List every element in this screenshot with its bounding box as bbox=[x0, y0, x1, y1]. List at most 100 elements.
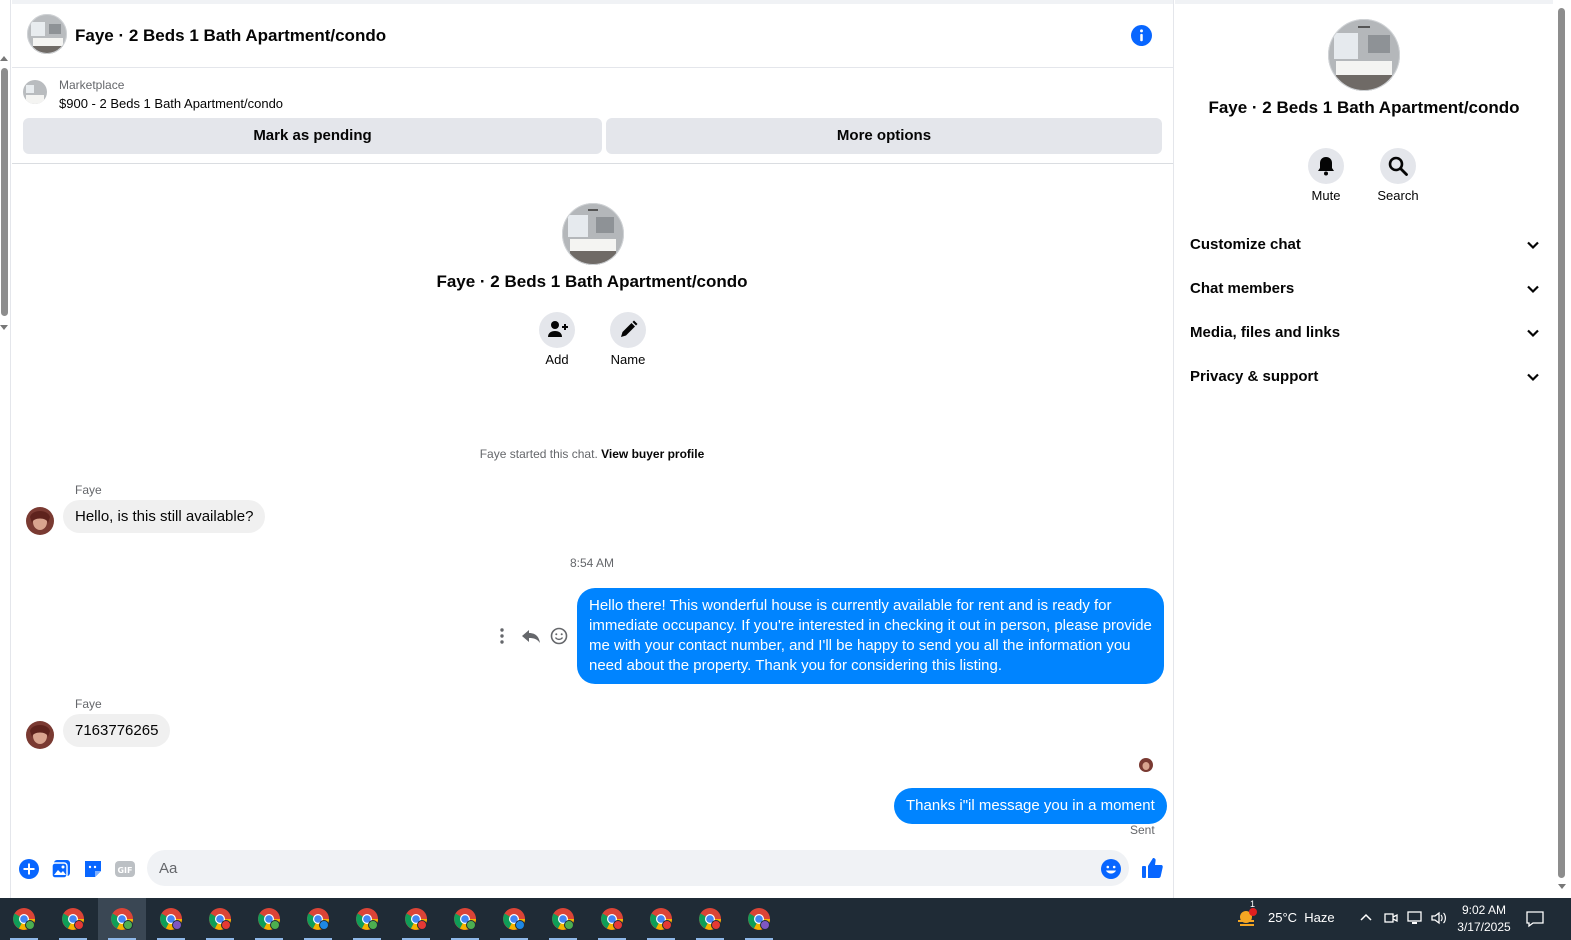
info-icon[interactable] bbox=[1131, 25, 1152, 46]
section-label: Chat members bbox=[1190, 280, 1295, 297]
chrome-icon bbox=[111, 908, 133, 930]
section-chat-members[interactable]: Chat members bbox=[1190, 274, 1540, 304]
add-people-button[interactable] bbox=[539, 312, 575, 348]
weather-text[interactable]: 25°C Haze bbox=[1268, 910, 1335, 925]
add-person-icon bbox=[548, 321, 568, 337]
taskbar-chrome-app[interactable] bbox=[98, 898, 146, 940]
message-status: Sent bbox=[1130, 823, 1155, 837]
notification-center-icon[interactable] bbox=[1525, 909, 1545, 929]
taskbar-chrome-app[interactable] bbox=[245, 898, 293, 940]
taskbar-chrome-app[interactable] bbox=[539, 898, 587, 940]
chrome-icon bbox=[699, 908, 721, 930]
chrome-icon bbox=[356, 908, 378, 930]
edit-name-button[interactable] bbox=[610, 312, 646, 348]
scrollbar-thumb[interactable] bbox=[1, 68, 8, 316]
chrome-icon bbox=[748, 908, 770, 930]
faye-avatar[interactable] bbox=[26, 721, 54, 749]
taskbar-chrome-app[interactable] bbox=[686, 898, 734, 940]
chrome-icon bbox=[454, 908, 476, 930]
mute-button[interactable] bbox=[1308, 148, 1344, 184]
weather-badge: 1 bbox=[1250, 899, 1256, 909]
message-timestamp: 8:54 AM bbox=[569, 556, 615, 570]
svg-text:GIF: GIF bbox=[117, 866, 132, 875]
window-scrollbar-thumb[interactable] bbox=[1558, 8, 1565, 878]
taskbar-chrome-app[interactable] bbox=[588, 898, 636, 940]
chat-title[interactable]: Faye · 2 Beds 1 Bath Apartment/condo bbox=[75, 26, 386, 46]
outgoing-message[interactable]: Thanks i"il message you in a moment bbox=[894, 788, 1167, 824]
name-label: Name bbox=[610, 352, 646, 367]
message-input-wrapper bbox=[147, 850, 1129, 886]
mark-as-pending-button[interactable]: Mark as pending bbox=[23, 118, 602, 154]
chrome-icon bbox=[503, 908, 525, 930]
left-scrollbar[interactable] bbox=[0, 0, 11, 898]
message-input[interactable] bbox=[147, 850, 1047, 886]
chevron-down-icon bbox=[1527, 329, 1539, 338]
chrome-icon bbox=[62, 908, 84, 930]
listing-thumbnail[interactable] bbox=[23, 80, 47, 104]
listing-price-title[interactable]: $900 - 2 Beds 1 Bath Apartment/condo bbox=[59, 96, 283, 111]
message-composer: GIF bbox=[12, 848, 1173, 890]
section-privacy-support[interactable]: Privacy & support bbox=[1190, 362, 1540, 392]
like-thumb-icon[interactable] bbox=[1140, 856, 1164, 880]
scroll-down-arrow-icon[interactable] bbox=[0, 325, 8, 330]
chat-info-panel: Faye · 2 Beds 1 Bath Apartment/condo Mut… bbox=[1175, 0, 1553, 898]
section-label: Privacy & support bbox=[1190, 368, 1319, 385]
taskbar-chrome-app[interactable] bbox=[196, 898, 244, 940]
chrome-icon bbox=[601, 908, 623, 930]
taskbar-chrome-app[interactable] bbox=[0, 898, 48, 940]
more-options-button[interactable]: More options bbox=[606, 118, 1162, 154]
section-label: Customize chat bbox=[1190, 236, 1301, 253]
scroll-down-arrow-icon[interactable] bbox=[1558, 884, 1566, 889]
chat-column: Faye · 2 Beds 1 Bath Apartment/condo Mar… bbox=[12, 0, 1174, 898]
taskbar-chrome-app[interactable] bbox=[343, 898, 391, 940]
taskbar-chrome-app[interactable] bbox=[294, 898, 342, 940]
window-scrollbar[interactable] bbox=[1553, 0, 1571, 898]
reply-icon[interactable] bbox=[520, 624, 542, 648]
meet-now-icon[interactable] bbox=[1384, 910, 1398, 926]
chevron-down-icon bbox=[1527, 373, 1539, 382]
outgoing-message[interactable]: Hello there! This wonderful house is cur… bbox=[577, 588, 1164, 684]
incoming-message[interactable]: 7163776265 bbox=[63, 714, 171, 747]
windows-taskbar: 1 25°C Haze bbox=[0, 898, 1571, 940]
conversation-title: Faye · 2 Beds 1 Bath Apartment/condo bbox=[436, 272, 748, 291]
chat-header: Faye · 2 Beds 1 Bath Apartment/condo bbox=[12, 4, 1173, 68]
conversation-avatar[interactable] bbox=[562, 203, 624, 265]
taskbar-clock[interactable]: 9:02 AM 3/17/2025 bbox=[1446, 902, 1522, 936]
plus-icon[interactable] bbox=[18, 858, 40, 880]
weather-haze-icon[interactable] bbox=[1236, 908, 1260, 930]
more-actions-icon[interactable] bbox=[494, 624, 510, 648]
taskbar-chrome-app[interactable] bbox=[147, 898, 195, 940]
sticker-icon[interactable] bbox=[82, 858, 104, 880]
chrome-icon bbox=[258, 908, 280, 930]
chevron-down-icon bbox=[1527, 285, 1539, 294]
section-media-files-links[interactable]: Media, files and links bbox=[1190, 318, 1540, 348]
emoji-icon[interactable] bbox=[1100, 858, 1122, 880]
add-label: Add bbox=[545, 352, 569, 367]
chevron-up-icon[interactable] bbox=[1360, 912, 1372, 924]
search-button[interactable] bbox=[1380, 148, 1416, 184]
faye-avatar[interactable] bbox=[26, 507, 54, 535]
clock-date: 3/17/2025 bbox=[1457, 920, 1511, 934]
taskbar-chrome-app[interactable] bbox=[490, 898, 538, 940]
bell-icon bbox=[1318, 157, 1334, 176]
view-buyer-profile-link[interactable]: View buyer profile bbox=[601, 447, 704, 461]
taskbar-chrome-app[interactable] bbox=[49, 898, 97, 940]
react-emoji-icon[interactable] bbox=[548, 624, 570, 648]
taskbar-chrome-app[interactable] bbox=[637, 898, 685, 940]
section-customize-chat[interactable]: Customize chat bbox=[1190, 230, 1540, 260]
taskbar-chrome-app[interactable] bbox=[392, 898, 440, 940]
taskbar-chrome-app[interactable] bbox=[441, 898, 489, 940]
message-sender: Faye bbox=[75, 483, 102, 497]
marketplace-listing-bar: Marketplace $900 - 2 Beds 1 Bath Apartme… bbox=[12, 68, 1173, 164]
clock-time: 9:02 AM bbox=[1461, 903, 1507, 917]
listing-category: Marketplace bbox=[59, 78, 125, 92]
incoming-message[interactable]: Hello, is this still available? bbox=[63, 500, 266, 533]
network-icon[interactable] bbox=[1406, 910, 1424, 926]
gif-icon[interactable]: GIF bbox=[114, 858, 136, 880]
photo-icon[interactable] bbox=[50, 858, 72, 880]
taskbar-chrome-app[interactable] bbox=[735, 898, 783, 940]
chevron-down-icon bbox=[1527, 241, 1539, 250]
chat-avatar[interactable] bbox=[27, 14, 67, 54]
scroll-up-arrow-icon[interactable] bbox=[0, 56, 8, 61]
panel-avatar[interactable] bbox=[1328, 19, 1400, 91]
